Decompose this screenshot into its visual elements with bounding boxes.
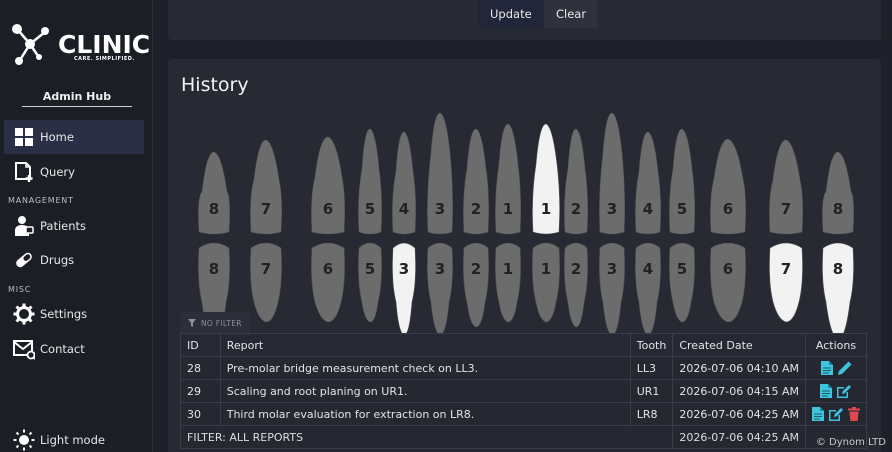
cell-date: 2026-07-06 04:25 AM (672, 402, 806, 426)
cell-tooth: UR1 (629, 379, 674, 403)
cell-tooth: LL3 (629, 356, 674, 380)
footer-date: 2026-07-06 04:25 AM (672, 425, 806, 449)
app-root: CLINIC CARE. SIMPLIFIED. Admin Hub Home … (0, 0, 892, 452)
col-header-report[interactable]: Report (219, 333, 631, 357)
home-icon (12, 125, 36, 149)
sidebar-item-label: Contact (40, 342, 85, 356)
pill-icon (12, 248, 36, 272)
table-header-row: ID Report Tooth Created Date Actions (180, 333, 867, 357)
history-title: History (181, 74, 249, 96)
sun-icon (12, 428, 36, 452)
view-report-icon[interactable] (820, 361, 833, 375)
clear-button[interactable]: Clear (544, 0, 599, 28)
sidebar-item-label: Query (40, 165, 75, 179)
sidebar-item-query[interactable]: Query (4, 155, 144, 189)
patients-icon (12, 214, 36, 238)
trash-icon[interactable] (848, 407, 860, 421)
sidebar-item-drugs[interactable]: Drugs (4, 243, 144, 277)
sidebar-item-contact[interactable]: Contact (4, 332, 144, 366)
table-footer-row: FILTER: ALL REPORTS 2026-07-06 04:25 AM (179, 425, 867, 449)
col-header-tooth[interactable]: Tooth (629, 333, 674, 357)
col-header-created-date[interactable]: Created Date (672, 333, 806, 357)
light-mode-label: Light mode (40, 433, 105, 447)
filter-icon (188, 319, 196, 327)
cell-date: 2026-07-06 04:10 AM (672, 356, 806, 380)
light-mode-toggle[interactable]: Light mode (4, 423, 144, 452)
edit-square-icon[interactable] (828, 407, 844, 422)
history-panel: History 88776655433322111122334455667788… (168, 59, 881, 452)
view-report-icon[interactable] (820, 384, 832, 398)
edit-square-icon[interactable] (836, 384, 852, 399)
cell-report: Scaling and root planing on UR1. (219, 379, 631, 403)
col-header-id[interactable]: ID (180, 333, 221, 357)
cell-actions (805, 356, 867, 380)
update-button[interactable]: Update (478, 0, 544, 28)
hub-title: Admin Hub (22, 90, 132, 107)
molecule-logo-icon (12, 24, 49, 65)
sidebar-item-label: Home (40, 130, 74, 144)
mail-icon (12, 337, 36, 361)
cell-id: 29 (180, 379, 221, 403)
cell-tooth: LR8 (629, 402, 674, 426)
sidebar-item-settings[interactable]: Settings (4, 297, 144, 331)
cell-actions (805, 379, 867, 403)
cell-report: Third molar evaluation for extraction on… (219, 402, 631, 426)
sidebar-item-home[interactable]: Home (4, 120, 144, 154)
table-row[interactable]: 28 Pre-molar bridge measurement check on… (180, 356, 867, 380)
gear-icon (12, 302, 36, 326)
col-header-actions: Actions (805, 333, 867, 357)
section-label-management: MANAGEMENT (8, 196, 74, 205)
section-label-misc: MISC (8, 285, 32, 294)
cell-report: Pre-molar bridge measurement check on LL… (219, 356, 631, 380)
table-row[interactable]: 29 Scaling and root planing on UR1. UR1 … (180, 379, 867, 403)
table-row[interactable]: 30 Third molar evaluation for extraction… (180, 402, 867, 426)
logo-text: CLINIC (58, 30, 151, 59)
lower-tooth-label: 8 (832, 260, 844, 278)
sidebar-item-label: Patients (40, 219, 87, 233)
logo[interactable]: CLINIC CARE. SIMPLIFIED. (10, 22, 150, 72)
view-report-icon[interactable] (812, 407, 824, 421)
edit-pencil-icon[interactable] (837, 361, 852, 376)
cell-actions (805, 402, 867, 426)
sidebar-item-label: Drugs (40, 253, 75, 267)
credit-text: © Dynom LTD (815, 437, 886, 448)
sidebar: CLINIC CARE. SIMPLIFIED. Admin Hub Home … (0, 0, 153, 452)
cell-id: 28 (180, 356, 221, 380)
cell-id: 30 (180, 402, 221, 426)
cell-date: 2026-07-06 04:15 AM (672, 379, 806, 403)
filter-tag[interactable]: NO FILTER (180, 312, 250, 334)
footer-filter-label[interactable]: FILTER: ALL REPORTS (179, 425, 674, 449)
query-icon (12, 160, 36, 184)
top-form-panel: Update Clear (168, 0, 881, 40)
logo-tagline: CARE. SIMPLIFIED. (74, 56, 135, 62)
sidebar-item-patients[interactable]: Patients (4, 209, 144, 243)
history-table: ID Report Tooth Created Date Actions 28 … (179, 333, 867, 449)
filter-tag-label: NO FILTER (201, 318, 242, 328)
sidebar-item-label: Settings (40, 307, 88, 321)
